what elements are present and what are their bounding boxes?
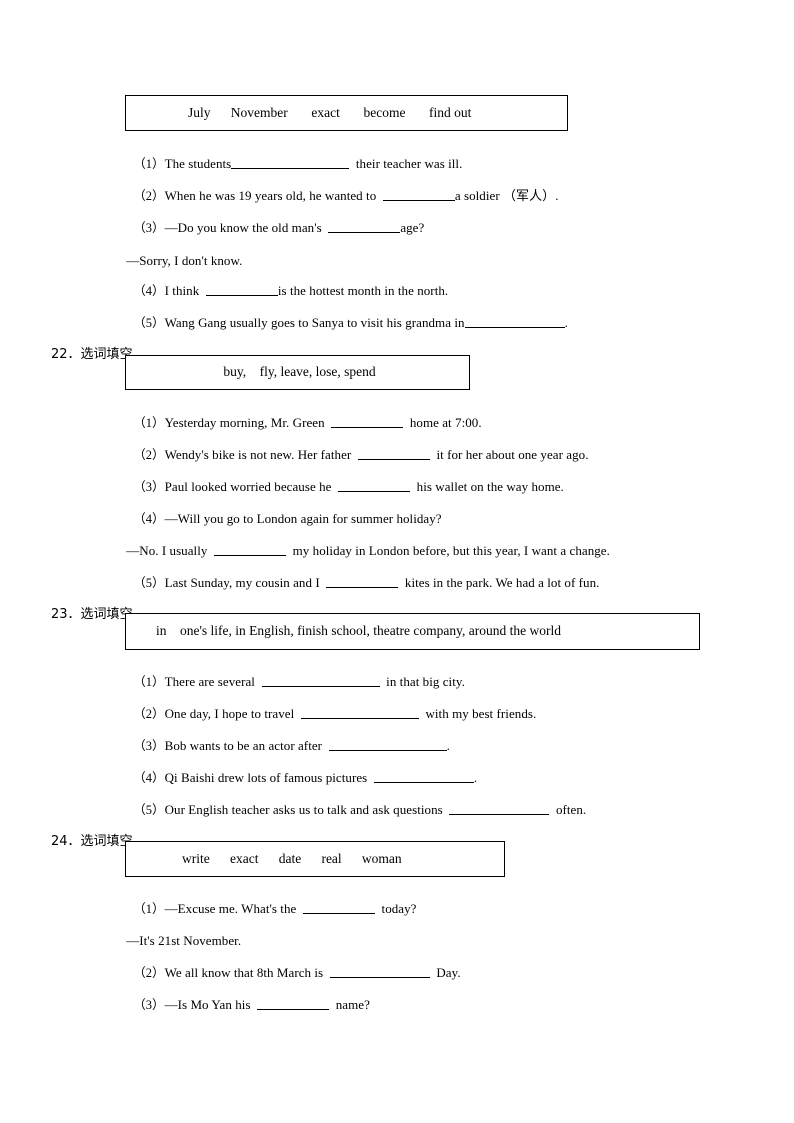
worksheet-page: July November exact become find out （1）T…	[0, 0, 794, 1123]
item-text-before: —Do you know the old man's	[164, 220, 329, 236]
item-number: （4）	[133, 771, 165, 786]
item-number: （2）	[133, 966, 165, 981]
item-number: （3）	[133, 739, 165, 754]
item-text-after: his wallet on the way home.	[410, 479, 564, 495]
item-text-before: There are several	[164, 674, 262, 690]
item-text-before: We all know that 8th March is	[164, 965, 330, 981]
item-number: （4）	[133, 512, 165, 527]
answer-blank[interactable]	[328, 738, 447, 752]
answer-blank[interactable]	[302, 901, 375, 915]
item-text: —Will you go to London again for summer …	[164, 511, 442, 527]
item-text-after: a soldier （军人）.	[454, 188, 559, 204]
item-text-after: age?	[400, 220, 425, 236]
item-number: （3）	[133, 998, 165, 1013]
question-item-23-5: （5）Our English teacher asks us to talk a…	[120, 786, 586, 835]
word-bank-text-21: July November exact become find out	[188, 104, 472, 120]
item-number: （4）	[133, 284, 165, 299]
answer-blank[interactable]	[328, 220, 401, 234]
question-item-22-5: （5）Last Sunday, my cousin and I kites in…	[120, 559, 599, 608]
item-text-after: .	[446, 738, 450, 754]
word-bank-box-23: in one's life, in English, finish school…	[125, 613, 700, 650]
answer-blank[interactable]	[205, 283, 278, 297]
answer-blank[interactable]	[231, 156, 350, 170]
item-number: （1）	[133, 675, 165, 690]
section-heading-text: 22．选词填空	[51, 346, 133, 362]
item-number: （1）	[133, 157, 165, 172]
word-bank-box-24: write exact date real woman	[125, 841, 505, 877]
answer-text-after: my holiday in London before, but this ye…	[286, 543, 610, 559]
answer-text: —Sorry, I don't know.	[126, 253, 243, 269]
item-text-after: name?	[329, 997, 370, 1013]
item-text-before: —Is Mo Yan his	[164, 997, 258, 1013]
item-text-before: Our English teacher asks us to talk and …	[164, 802, 450, 818]
answer-blank[interactable]	[338, 479, 411, 493]
item-text-before: The students	[164, 156, 232, 172]
section-heading-23: 23．选词填空	[38, 590, 133, 638]
word-bank-text-22: buy, fly, leave, lose, spend	[223, 364, 376, 380]
section-heading-24: 24．选词填空	[38, 817, 133, 865]
item-text-after: with my best friends.	[418, 706, 537, 722]
answer-blank[interactable]	[382, 188, 455, 202]
item-text-after: often.	[549, 802, 587, 818]
section-heading-text: 24．选词填空	[51, 833, 133, 849]
item-text-before: Paul looked worried because he	[164, 479, 339, 495]
section-heading-text: 23．选词填空	[51, 606, 133, 622]
item-text-after: kites in the park. We had a lot of fun.	[398, 575, 600, 591]
answer-blank[interactable]	[261, 674, 380, 688]
item-number: （1）	[133, 902, 165, 917]
item-text-before: I think	[164, 283, 206, 299]
item-text-after: in that big city.	[379, 674, 465, 690]
answer-blank[interactable]	[357, 447, 430, 461]
word-bank-box-21: July November exact become find out	[125, 95, 568, 131]
item-number: （1）	[133, 416, 165, 431]
item-number: （2）	[133, 707, 165, 722]
item-text-before: One day, I hope to travel	[164, 706, 301, 722]
item-text-after: is the hottest month in the north.	[277, 283, 449, 299]
item-number: （3）	[133, 480, 165, 495]
answer-blank[interactable]	[464, 315, 565, 329]
item-number: （5）	[133, 576, 165, 591]
answer-text-before: —No. I usually	[126, 543, 215, 559]
item-text-before: When he was 19 years old, he wanted to	[164, 188, 383, 204]
answer-blank[interactable]	[331, 415, 404, 429]
item-number: （3）	[133, 221, 165, 236]
item-text-before: Qi Baishi drew lots of famous pictures	[164, 770, 374, 786]
item-number: （2）	[133, 189, 165, 204]
answer-blank[interactable]	[257, 997, 330, 1011]
answer-blank[interactable]	[326, 575, 399, 589]
word-bank-text-23: in one's life, in English, finish school…	[156, 623, 561, 639]
section-heading-22: 22．选词填空	[38, 330, 133, 378]
item-text-before: Bob wants to be an actor after	[164, 738, 329, 754]
answer-blank[interactable]	[300, 706, 419, 720]
word-bank-box-22: buy, fly, leave, lose, spend	[125, 355, 470, 390]
answer-text: —It's 21st November.	[126, 933, 242, 949]
item-text-after: today?	[374, 901, 417, 917]
item-text-before: Yesterday morning, Mr. Green	[164, 415, 332, 431]
answer-blank[interactable]	[449, 802, 550, 816]
item-text-before: Wendy's bike is not new. Her father	[164, 447, 358, 463]
question-item-24-3: （3）—Is Mo Yan his name?	[120, 981, 370, 1030]
answer-blank[interactable]	[373, 770, 474, 784]
item-text-after: .	[473, 770, 478, 786]
item-text-after: home at 7:00.	[403, 415, 482, 431]
word-bank-text-24: write exact date real woman	[182, 850, 402, 866]
item-text-before: Last Sunday, my cousin and I	[164, 575, 327, 591]
answer-blank[interactable]	[329, 965, 430, 979]
item-text-after: their teacher was ill.	[349, 156, 463, 172]
item-number: （2）	[133, 448, 165, 463]
item-text-after: it for her about one year ago.	[429, 447, 589, 463]
item-text-after: .	[564, 315, 568, 331]
item-text-before: —Excuse me. What's the	[164, 901, 303, 917]
item-number: （5）	[133, 316, 165, 331]
item-text-after: Day.	[429, 965, 461, 981]
item-number: （5）	[133, 803, 165, 818]
item-text-before: Wang Gang usually goes to Sanya to visit…	[164, 315, 465, 331]
answer-blank[interactable]	[214, 543, 287, 557]
question-item-21-5: （5）Wang Gang usually goes to Sanya to vi…	[120, 299, 568, 348]
